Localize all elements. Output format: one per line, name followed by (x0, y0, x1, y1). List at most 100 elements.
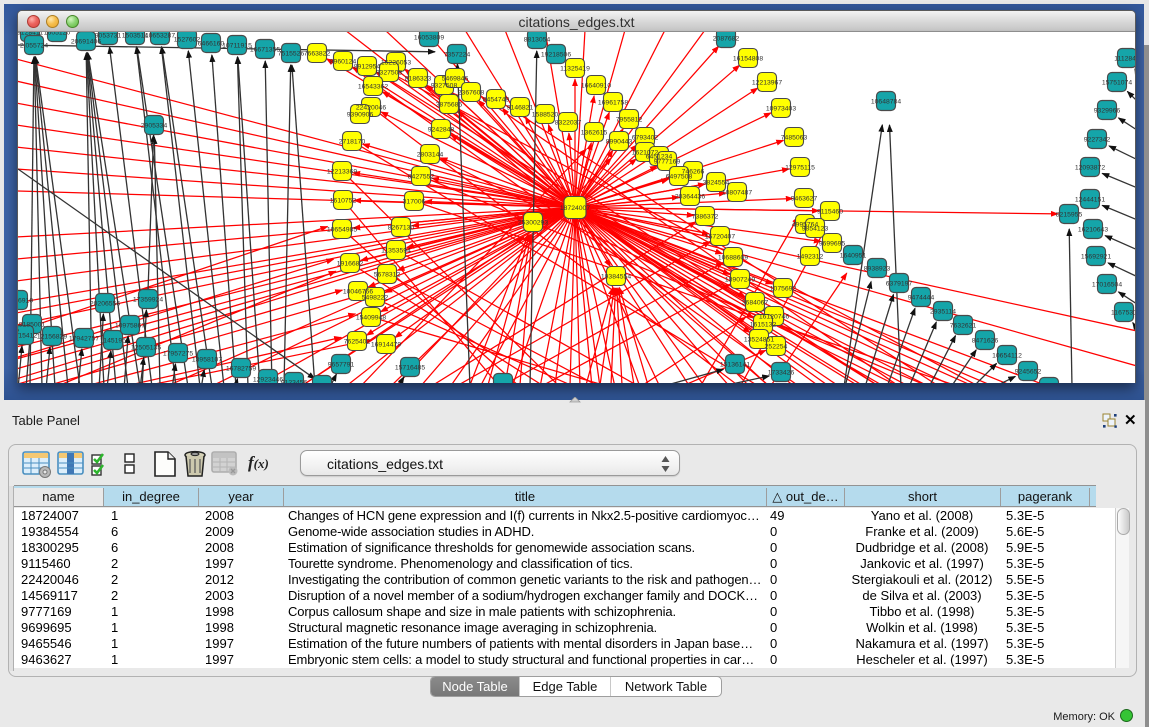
svg-text:10973403: 10973403 (766, 106, 796, 113)
svg-text:1112842: 1112842 (1114, 56, 1135, 63)
svg-text:17957275: 17957275 (163, 351, 193, 358)
svg-text:3824554: 3824554 (703, 180, 730, 187)
svg-text:15716485: 15716485 (395, 365, 425, 372)
svg-text:10654985: 10654985 (327, 227, 357, 234)
svg-text:9146821: 9146821 (507, 105, 534, 112)
svg-text:8471626: 8471626 (972, 338, 999, 345)
svg-text:7386372: 7386372 (692, 214, 719, 221)
svg-text:17016504: 17016504 (1092, 282, 1122, 289)
svg-text:1492312: 1492312 (797, 254, 824, 261)
svg-text:20364436: 20364436 (675, 194, 705, 201)
svg-text:7663822: 7663822 (304, 51, 331, 58)
svg-text:18724007: 18724007 (560, 205, 590, 212)
svg-text:8322037: 8322037 (555, 120, 582, 127)
svg-text:8990443: 8990443 (606, 139, 633, 146)
svg-text:15720407: 15720407 (705, 234, 735, 241)
svg-text:12444151: 12444151 (1075, 197, 1105, 204)
svg-text:19218506: 19218506 (541, 52, 571, 59)
svg-text:3915412: 3915412 (18, 333, 37, 340)
svg-text:7357224: 7357224 (444, 52, 471, 59)
svg-text:1610752: 1610752 (330, 198, 357, 205)
svg-text:3684067: 3684067 (742, 300, 769, 307)
svg-text:16543362: 16543362 (358, 84, 388, 91)
svg-text:2803144: 2803144 (417, 152, 444, 159)
svg-text:9329966: 9329966 (1094, 108, 1121, 115)
svg-text:1145195: 1145195 (100, 338, 126, 345)
svg-text:9327503: 9327503 (376, 70, 403, 77)
svg-text:1640951: 1640951 (840, 253, 867, 260)
svg-text:10711915: 10711915 (222, 43, 252, 50)
svg-text:6466160: 6466160 (198, 41, 225, 48)
svg-text:12213369: 12213369 (327, 169, 357, 176)
svg-text:10654112: 10654112 (992, 353, 1022, 360)
svg-text:17359924: 17359924 (133, 297, 163, 304)
svg-text:1527602: 1527602 (174, 37, 201, 44)
svg-text:915012: 915012 (18, 329, 20, 336)
svg-text:15226053: 15226053 (381, 60, 411, 67)
svg-text:9123456: 9123456 (281, 380, 308, 384)
svg-text:1075692: 1075692 (770, 286, 797, 293)
svg-text:8813054: 8813054 (524, 37, 551, 44)
svg-text:9227342: 9227342 (1084, 137, 1111, 144)
svg-text:1615132: 1615132 (750, 322, 777, 329)
svg-text:8454749: 8454749 (483, 97, 510, 104)
svg-text:12505135: 12505135 (131, 345, 161, 352)
svg-text:9242848: 9242848 (428, 127, 455, 134)
svg-text:8267130: 8267130 (388, 225, 415, 232)
svg-text:9657791: 9657791 (328, 362, 355, 369)
svg-text:2935114: 2935114 (930, 309, 956, 316)
svg-text:15409948: 15409948 (356, 315, 386, 322)
svg-text:252254: 252254 (765, 344, 788, 351)
svg-text:1588520: 1588520 (532, 112, 559, 119)
svg-text:9777169: 9777169 (654, 159, 681, 166)
svg-text:9463627: 9463627 (791, 196, 818, 203)
svg-text:10807487: 10807487 (722, 190, 752, 197)
svg-text:8938923: 8938923 (864, 266, 891, 273)
svg-text:16154808: 16154808 (733, 56, 763, 63)
svg-text:6379197: 6379197 (886, 281, 913, 288)
svg-text:9128411: 9128411 (18, 32, 43, 37)
svg-text:7632621: 7632621 (950, 323, 977, 330)
svg-text:9390906: 9390906 (347, 112, 374, 119)
svg-text:1733426: 1733426 (768, 370, 795, 377)
svg-text:13958107: 13958107 (192, 357, 222, 364)
svg-text:16210643: 16210643 (1078, 227, 1108, 234)
svg-text:16053809: 16053809 (414, 35, 444, 42)
svg-text:8960124: 8960124 (330, 59, 357, 66)
svg-text:1605120: 1605120 (44, 32, 71, 37)
svg-text:5469846: 5469846 (442, 76, 469, 83)
svg-text:1362615: 1362615 (581, 130, 608, 137)
svg-text:10648784: 10648784 (871, 99, 901, 106)
svg-text:11353594: 11353594 (381, 248, 411, 255)
svg-text:16914479: 16914479 (371, 342, 401, 349)
svg-text:7955812: 7955812 (616, 117, 643, 124)
svg-text:317006: 317006 (403, 199, 426, 206)
svg-text:10653287: 10653287 (145, 33, 175, 40)
svg-text:8215955: 8215955 (1056, 212, 1083, 219)
svg-text:17942757: 17942757 (69, 336, 99, 343)
svg-text:9854123: 9854123 (802, 226, 829, 233)
svg-text:12975115: 12975115 (785, 165, 815, 172)
svg-text:6497508: 6497508 (666, 174, 693, 181)
svg-text:7625402: 7625402 (344, 339, 371, 346)
svg-text:19384554: 19384554 (601, 274, 631, 281)
svg-text:9327508: 9327508 (431, 83, 458, 90)
svg-text:11325419: 11325419 (560, 66, 590, 73)
svg-text:12156829: 12156829 (37, 334, 67, 341)
svg-text:5498222: 5498222 (362, 295, 389, 302)
svg-text:9185001: 9185001 (19, 322, 46, 329)
svg-text:16671355: 16671355 (250, 47, 280, 54)
svg-text:8186323: 8186323 (405, 76, 432, 83)
svg-text:12213967: 12213967 (752, 80, 782, 87)
svg-text:16961758: 16961758 (598, 100, 628, 107)
svg-text:7485063: 7485063 (781, 135, 808, 142)
svg-text:2905334: 2905334 (141, 123, 168, 130)
svg-text:15751074: 15751074 (1102, 80, 1132, 87)
svg-text:16782759: 16782759 (226, 366, 256, 373)
svg-text:12923446: 12923446 (253, 377, 283, 384)
svg-text:20691406: 20691406 (71, 39, 101, 46)
svg-text:15692921: 15692921 (1081, 254, 1111, 261)
svg-text:10688609: 10688609 (718, 255, 748, 262)
svg-text:9245652: 9245652 (1015, 369, 1042, 376)
svg-text:2367608: 2367608 (458, 90, 485, 97)
